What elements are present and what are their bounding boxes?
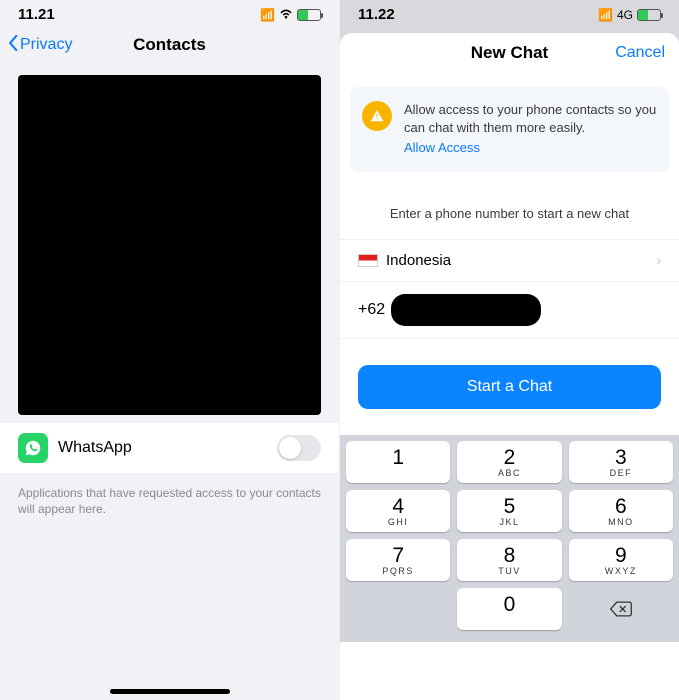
warning-icon [362, 101, 392, 131]
home-indicator[interactable] [110, 689, 230, 694]
status-bar: 11.21 📶 [0, 0, 339, 25]
key-blank [346, 588, 450, 630]
contacts-access-banner: Allow access to your phone contacts so y… [350, 87, 669, 172]
sheet-backdrop: 11.22 📶 4G New Chat Cancel Allow access … [340, 0, 679, 642]
key-letters [346, 468, 450, 478]
key-number: 6 [569, 496, 673, 517]
status-indicators: 📶 [260, 8, 321, 22]
key-number: 4 [346, 496, 450, 517]
key-2[interactable]: 2ABC [457, 441, 561, 483]
nav-bar: New Chat Cancel [340, 33, 679, 75]
settings-contacts-screen: 11.21 📶 Privacy Contacts WhatsApp Applic… [0, 0, 340, 700]
signal-icon: 📶 [260, 8, 275, 22]
hint-text: Enter a phone number to start a new chat [350, 206, 669, 221]
key-letters: TUV [457, 566, 561, 576]
page-title: New Chat [471, 43, 548, 63]
redacted-phone-number [391, 294, 541, 326]
key-9[interactable]: 9WXYZ [569, 539, 673, 581]
battery-icon [297, 9, 321, 21]
phone-number-input[interactable]: +62 [340, 282, 679, 339]
status-time: 11.22 [358, 6, 395, 23]
app-name-label: WhatsApp [58, 439, 132, 457]
key-number: 5 [457, 496, 561, 517]
new-chat-sheet: New Chat Cancel Allow access to your pho… [340, 33, 679, 642]
status-indicators: 📶 4G [598, 8, 661, 22]
network-label: 4G [617, 8, 633, 22]
new-chat-screen: 11.22 📶 4G New Chat Cancel Allow access … [340, 0, 679, 700]
country-selector[interactable]: Indonesia › [340, 239, 679, 282]
indonesia-flag-icon [358, 254, 378, 267]
chevron-right-icon: › [656, 252, 661, 268]
whatsapp-icon [18, 433, 48, 463]
banner-text: Allow access to your phone contacts so y… [404, 101, 657, 158]
permission-toggle[interactable] [277, 435, 321, 461]
key-number: 3 [569, 447, 673, 468]
key-letters: JKL [457, 517, 561, 527]
key-7[interactable]: 7PQRS [346, 539, 450, 581]
app-permission-row[interactable]: WhatsApp [0, 423, 339, 473]
nav-bar: Privacy Contacts [0, 25, 339, 67]
backspace-icon [609, 600, 633, 618]
key-5[interactable]: 5JKL [457, 490, 561, 532]
key-0[interactable]: 0 [457, 588, 561, 630]
key-6[interactable]: 6MNO [569, 490, 673, 532]
key-delete[interactable] [569, 588, 673, 630]
banner-message: Allow access to your phone contacts so y… [404, 102, 656, 135]
back-button[interactable]: Privacy [8, 35, 72, 56]
key-letters: ABC [457, 468, 561, 478]
key-3[interactable]: 3DEF [569, 441, 673, 483]
redacted-content-block [18, 75, 321, 415]
footer-note: Applications that have requested access … [0, 479, 339, 523]
key-letters: MNO [569, 517, 673, 527]
key-number: 9 [569, 545, 673, 566]
key-number: 8 [457, 545, 561, 566]
signal-icon: 📶 [598, 8, 613, 22]
back-label: Privacy [20, 36, 72, 54]
key-letters [457, 615, 561, 625]
start-chat-button[interactable]: Start a Chat [358, 365, 661, 409]
key-letters: WXYZ [569, 566, 673, 576]
status-time: 11.21 [18, 6, 55, 23]
key-number: 0 [457, 594, 561, 615]
key-number: 2 [457, 447, 561, 468]
key-number: 7 [346, 545, 450, 566]
wifi-icon [279, 8, 293, 22]
country-prefix: +62 [358, 301, 385, 319]
key-1[interactable]: 1 [346, 441, 450, 483]
cancel-button[interactable]: Cancel [615, 44, 665, 62]
key-number: 1 [346, 447, 450, 468]
key-4[interactable]: 4GHI [346, 490, 450, 532]
page-title: Contacts [133, 35, 206, 55]
key-letters: PQRS [346, 566, 450, 576]
key-letters: GHI [346, 517, 450, 527]
allow-access-link[interactable]: Allow Access [404, 139, 657, 157]
chevron-left-icon [8, 35, 18, 56]
key-letters: DEF [569, 468, 673, 478]
country-label: Indonesia [386, 252, 451, 269]
key-8[interactable]: 8TUV [457, 539, 561, 581]
status-bar: 11.22 📶 4G [340, 0, 679, 25]
battery-icon [637, 9, 661, 21]
numeric-keypad: 12ABC3DEF4GHI5JKL6MNO7PQRS8TUV9WXYZ0 [340, 435, 679, 642]
